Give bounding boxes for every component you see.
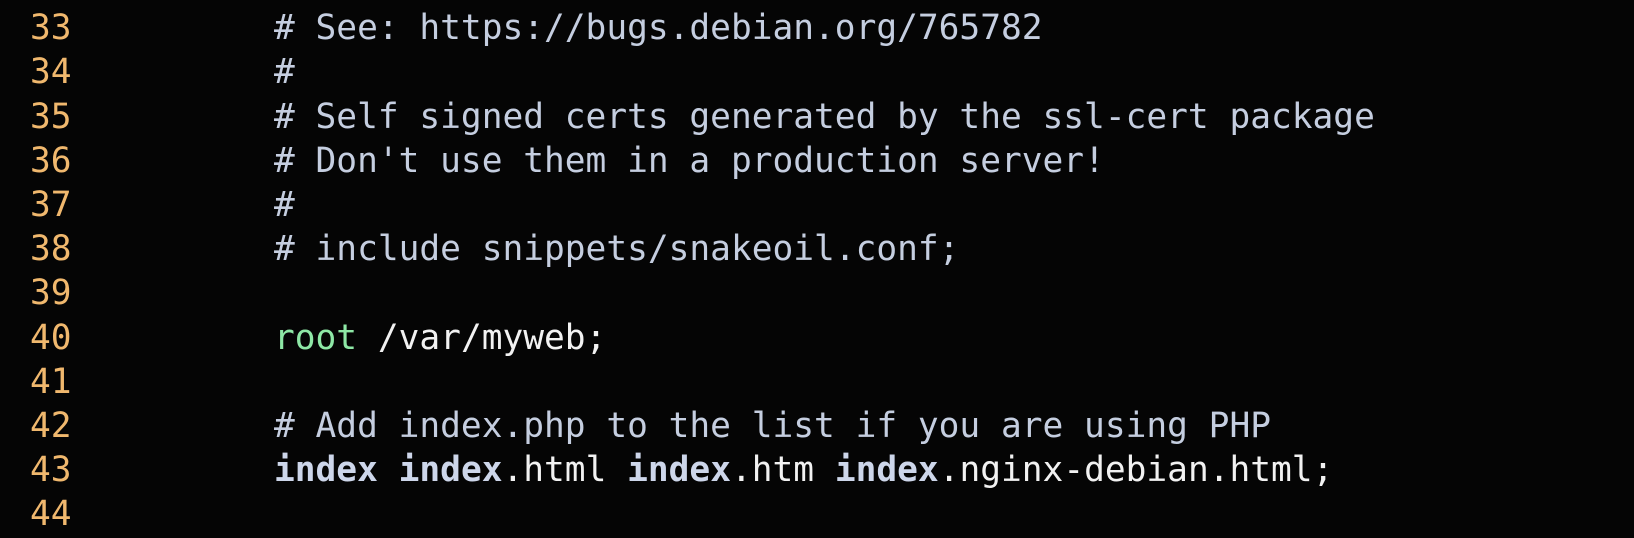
line-number: 35 [30, 97, 72, 137]
code-line-37[interactable]: 37 # [0, 182, 1634, 228]
code-editor[interactable]: 33 # See: https://bugs.debian.org/765782… [0, 0, 1634, 538]
line-text: # [274, 185, 295, 225]
line-number: 42 [30, 406, 72, 446]
code-line-35[interactable]: 35 # Self signed certs generated by the … [0, 94, 1634, 140]
line-text: # Don't use them in a production server! [274, 141, 1105, 181]
code-line-41[interactable]: 41 [0, 359, 1634, 405]
code-line-40[interactable]: 40 root /var/myweb; [0, 315, 1634, 361]
line-text: # Add index.php to the list if you are u… [274, 406, 1271, 446]
code-line-44[interactable]: 44 [0, 491, 1634, 537]
line-number: 39 [30, 273, 72, 313]
line-text: root /var/myweb; [274, 315, 606, 361]
directive-root: root [274, 318, 358, 358]
line-number: 36 [30, 141, 72, 181]
line-number: 43 [30, 450, 72, 490]
code-line-36[interactable]: 36 # Don't use them in a production serv… [0, 138, 1634, 184]
code-line-43[interactable]: 43 index index.html index.htm index.ngin… [0, 447, 1634, 493]
line-number: 44 [30, 494, 72, 534]
token-nginx-debian: .nginx-debian.html; [938, 450, 1334, 490]
line-number: 38 [30, 229, 72, 269]
token-html: .html [502, 450, 628, 490]
code-line-34[interactable]: 34 # [0, 49, 1634, 95]
line-number: 37 [30, 185, 72, 225]
code-line-33[interactable]: 33 # See: https://bugs.debian.org/765782 [0, 5, 1634, 51]
line-number: 41 [30, 362, 72, 402]
line-number: 33 [30, 8, 72, 48]
line-number: 40 [30, 318, 72, 358]
code-line-42[interactable]: 42 # Add index.php to the list if you ar… [0, 403, 1634, 449]
line-text: # See: https://bugs.debian.org/765782 [274, 8, 1043, 48]
index-word: index [627, 450, 731, 490]
line-number: 34 [30, 52, 72, 92]
token-htm: .htm [730, 450, 835, 490]
code-line-39[interactable]: 39 [0, 270, 1634, 316]
line-text: # Self signed certs generated by the ssl… [274, 97, 1375, 137]
index-word: index [834, 450, 939, 490]
line-text: index index.html index.htm index.nginx-d… [274, 447, 1333, 493]
code-line-38[interactable]: 38 # include snippets/snakeoil.conf; [0, 226, 1634, 272]
line-text: # [274, 52, 295, 92]
index-word: index [398, 450, 503, 490]
directive-index: index [274, 450, 378, 490]
line-text: # include snippets/snakeoil.conf; [274, 229, 960, 269]
directive-value: /var/myweb; [357, 318, 607, 358]
